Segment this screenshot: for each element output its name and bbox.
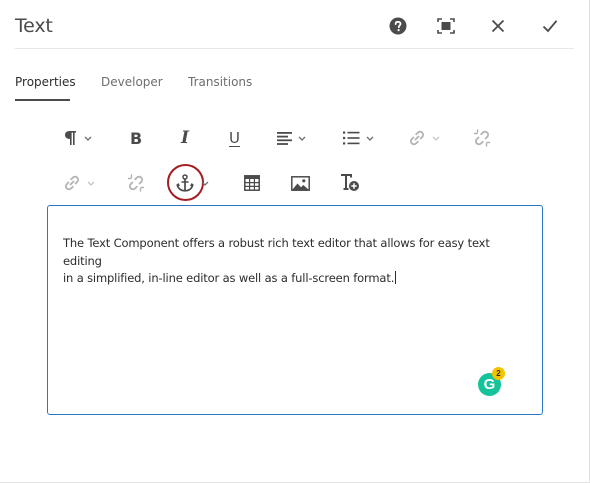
editor-line: The Text Component offers a robust rich … bbox=[63, 236, 490, 268]
text-caret bbox=[395, 271, 397, 284]
chevron-down-icon bbox=[201, 181, 209, 186]
tab-developer[interactable]: Developer bbox=[101, 75, 163, 89]
chevron-down-icon bbox=[87, 181, 95, 186]
unlink-button[interactable] bbox=[473, 126, 491, 150]
paragraph-format-button[interactable] bbox=[64, 126, 92, 150]
paragraph-format-icon bbox=[65, 131, 76, 145]
link-icon bbox=[65, 175, 79, 191]
table-button[interactable] bbox=[244, 171, 260, 195]
image-button[interactable] bbox=[291, 171, 310, 195]
done-button[interactable] bbox=[538, 14, 562, 38]
unlink-icon bbox=[473, 129, 491, 147]
chevron-down-icon bbox=[432, 136, 440, 141]
dialog-header: Text bbox=[15, 0, 574, 49]
justify-icon bbox=[277, 131, 292, 145]
italic-icon: I bbox=[181, 128, 189, 148]
active-tab-indicator bbox=[15, 99, 70, 101]
editor-content[interactable]: The Text Component offers a robust rich … bbox=[63, 235, 523, 288]
chevron-down-icon bbox=[84, 136, 92, 141]
editor-line: in a simplified, in-line editor as well … bbox=[63, 271, 395, 285]
tab-properties[interactable]: Properties bbox=[15, 75, 76, 89]
table-icon bbox=[244, 175, 260, 191]
unlink-icon bbox=[127, 174, 145, 192]
link-button[interactable] bbox=[408, 126, 440, 150]
chevron-down-icon bbox=[298, 136, 306, 141]
chevron-down-icon bbox=[366, 136, 374, 141]
underline-icon: U bbox=[229, 129, 240, 147]
checkmark-icon bbox=[542, 20, 558, 33]
justify-button[interactable] bbox=[277, 126, 306, 150]
link-button-2[interactable] bbox=[63, 171, 95, 195]
rich-text-editor[interactable]: The Text Component offers a robust rich … bbox=[47, 205, 543, 415]
special-characters-button[interactable] bbox=[340, 171, 360, 195]
dialog-title: Text bbox=[15, 15, 53, 37]
image-icon bbox=[291, 175, 310, 191]
close-icon bbox=[491, 19, 505, 33]
fullscreen-button[interactable] bbox=[434, 14, 458, 38]
text-dialog: Text Properties Developer Transitions B … bbox=[0, 0, 590, 483]
italic-button[interactable]: I bbox=[181, 126, 189, 150]
tab-transitions[interactable]: Transitions bbox=[188, 75, 252, 89]
link-icon bbox=[410, 130, 424, 146]
bold-icon: B bbox=[130, 128, 143, 148]
unlink-button-2[interactable] bbox=[127, 171, 145, 195]
anchor-button[interactable] bbox=[176, 171, 209, 195]
close-button[interactable] bbox=[486, 14, 510, 38]
underline-button[interactable]: U bbox=[229, 126, 240, 150]
help-button[interactable] bbox=[386, 14, 410, 38]
list-icon bbox=[343, 131, 360, 145]
grammarly-count-badge: 2 bbox=[492, 367, 505, 380]
anchor-icon bbox=[176, 173, 194, 192]
fullscreen-icon bbox=[437, 18, 455, 34]
bold-button[interactable]: B bbox=[130, 126, 142, 150]
special-characters-icon bbox=[341, 174, 359, 191]
help-icon bbox=[389, 17, 407, 35]
list-button[interactable] bbox=[343, 126, 374, 150]
